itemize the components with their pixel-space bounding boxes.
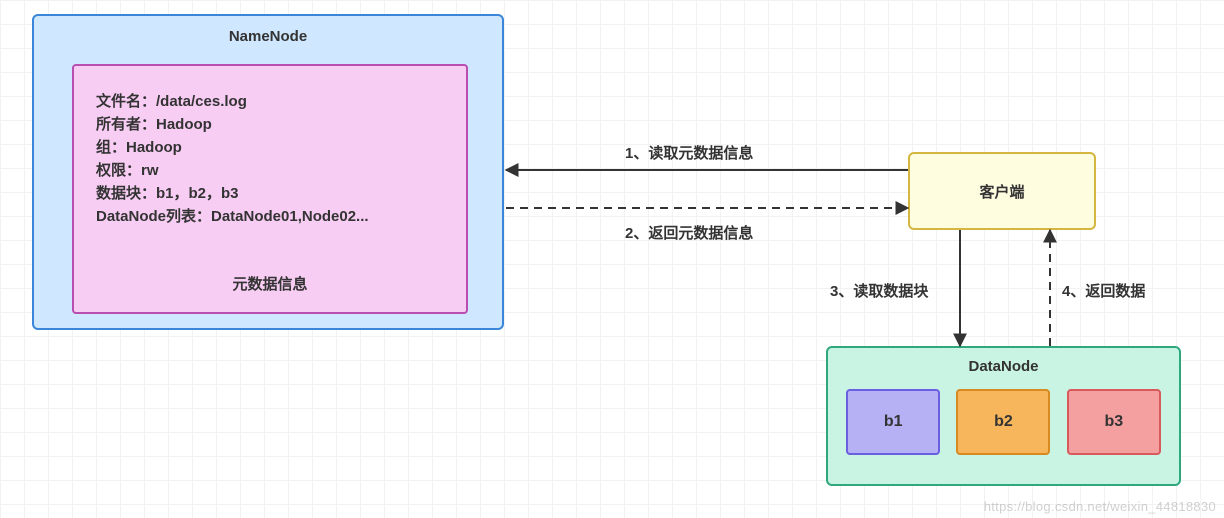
arrow-label-2: 2、返回元数据信息 (625, 222, 753, 243)
client-label: 客户端 (979, 181, 1024, 202)
metadata-box: 文件名：/data/ces.log 所有者：Hadoop 组：Hadoop 权限… (72, 64, 468, 314)
arrow-label-1: 1、读取元数据信息 (625, 142, 753, 163)
client-box: 客户端 (908, 152, 1096, 230)
arrow-label-3: 3、读取数据块 (830, 280, 928, 301)
datanode-box: DataNode b1 b2 b3 (826, 346, 1181, 486)
datanode-blocks: b1 b2 b3 (828, 389, 1179, 455)
block-b1: b1 (846, 389, 940, 455)
namenode-box: NameNode 文件名：/data/ces.log 所有者：Hadoop 组：… (32, 14, 504, 330)
metadata-blocks: 数据块：b1，b2，b3 (96, 182, 444, 203)
metadata-group: 组：Hadoop (96, 136, 444, 157)
metadata-filename: 文件名：/data/ces.log (96, 90, 444, 111)
watermark: https://blog.csdn.net/weixin_44818830 (984, 499, 1216, 514)
datanode-title: DataNode (828, 358, 1179, 375)
namenode-title: NameNode (34, 28, 502, 45)
block-b3: b3 (1067, 389, 1161, 455)
metadata-footer: 元数据信息 (74, 273, 466, 294)
metadata-owner: 所有者：Hadoop (96, 113, 444, 134)
metadata-permission: 权限：rw (96, 159, 444, 180)
arrow-label-4: 4、返回数据 (1062, 280, 1145, 301)
block-b2: b2 (956, 389, 1050, 455)
metadata-dnlist: DataNode列表：DataNode01,Node02... (96, 205, 444, 226)
